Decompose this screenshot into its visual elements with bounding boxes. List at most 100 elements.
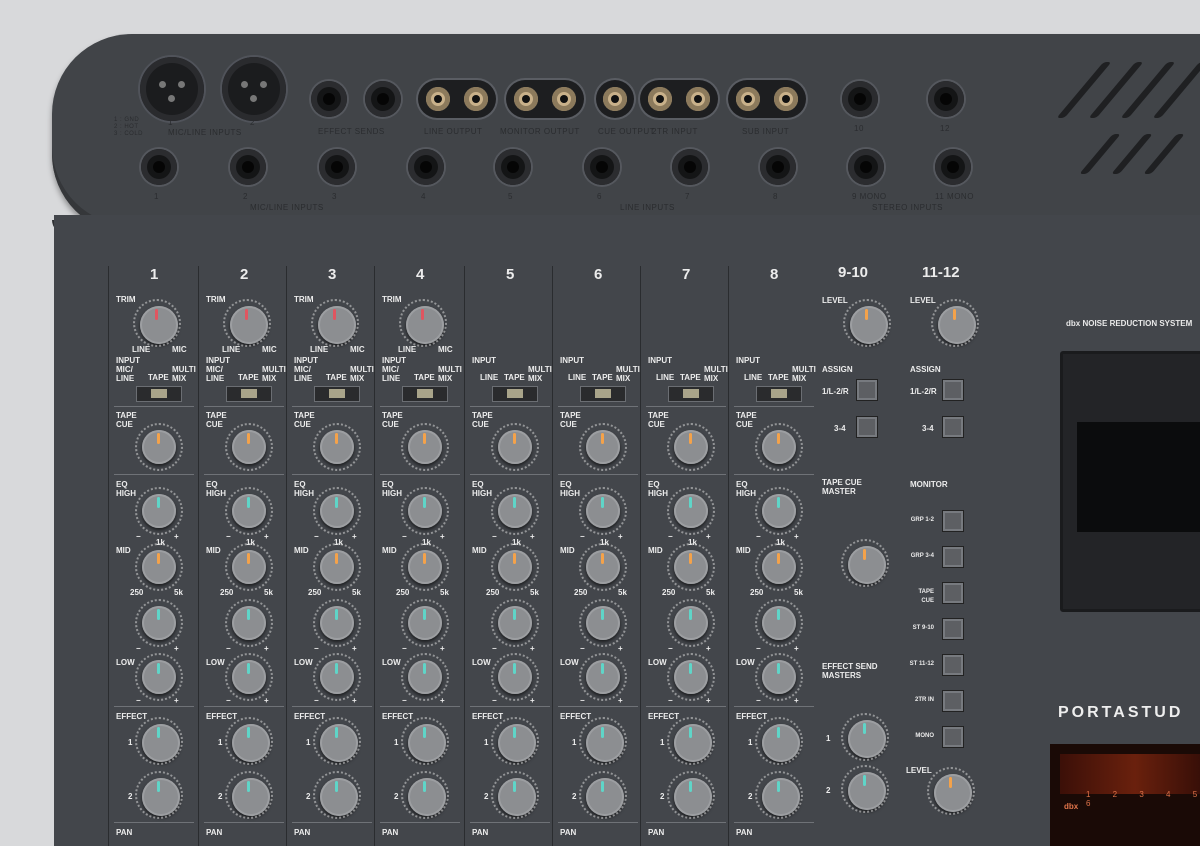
trim-knob[interactable] xyxy=(399,299,447,347)
effect-send-2-knob[interactable] xyxy=(401,771,449,819)
tape-cue-knob[interactable] xyxy=(667,423,715,471)
level-knob-11-12[interactable] xyxy=(931,299,979,347)
mid-gain-knob[interactable] xyxy=(401,599,449,647)
monitor-button[interactable] xyxy=(942,618,964,640)
tape-cue-knob[interactable] xyxy=(401,423,449,471)
input-select-switch[interactable] xyxy=(226,386,272,402)
trim-knob[interactable] xyxy=(311,299,359,347)
mid-freq-knob[interactable] xyxy=(755,543,803,591)
low-knob[interactable] xyxy=(491,653,539,701)
effect-send-jack-2[interactable] xyxy=(365,81,401,117)
assign-3-4-button[interactable] xyxy=(942,416,964,438)
2tr-input-rca[interactable] xyxy=(640,80,718,118)
eq-high-knob[interactable] xyxy=(491,487,539,535)
eq-high-knob[interactable] xyxy=(225,487,273,535)
effect-master-2-knob[interactable] xyxy=(841,765,889,813)
effect-send-1-knob[interactable] xyxy=(579,717,627,765)
low-knob[interactable] xyxy=(401,653,449,701)
mid-freq-knob[interactable] xyxy=(135,543,183,591)
low-knob[interactable] xyxy=(313,653,361,701)
tape-cue-knob[interactable] xyxy=(313,423,361,471)
low-knob[interactable] xyxy=(579,653,627,701)
effect-send-1-knob[interactable] xyxy=(313,717,361,765)
effect-send-2-knob[interactable] xyxy=(491,771,539,819)
monitor-button[interactable] xyxy=(942,582,964,604)
monitor-button[interactable] xyxy=(942,546,964,568)
input-jack-2[interactable] xyxy=(230,149,266,185)
mid-freq-knob[interactable] xyxy=(579,543,627,591)
monitor-button[interactable] xyxy=(942,726,964,748)
effect-send-1-knob[interactable] xyxy=(755,717,803,765)
monitor-button[interactable] xyxy=(942,654,964,676)
monitor-output-rca[interactable] xyxy=(506,80,584,118)
assign-1-2-button[interactable] xyxy=(942,379,964,401)
monitor-level-knob[interactable] xyxy=(927,767,975,815)
mid-gain-knob[interactable] xyxy=(755,599,803,647)
input-jack-1[interactable] xyxy=(141,149,177,185)
assign-3-4-button[interactable] xyxy=(856,416,878,438)
input-select-switch[interactable] xyxy=(492,386,538,402)
sub-input-rca[interactable] xyxy=(728,80,806,118)
xlr-input-2[interactable] xyxy=(222,57,286,121)
eq-high-knob[interactable] xyxy=(401,487,449,535)
effect-send-2-knob[interactable] xyxy=(755,771,803,819)
input-select-switch[interactable] xyxy=(756,386,802,402)
effect-send-1-knob[interactable] xyxy=(401,717,449,765)
trim-knob[interactable] xyxy=(223,299,271,347)
mid-freq-knob[interactable] xyxy=(225,543,273,591)
tape-cue-knob[interactable] xyxy=(579,423,627,471)
input-jack-6[interactable] xyxy=(584,149,620,185)
eq-high-knob[interactable] xyxy=(579,487,627,535)
input-select-switch[interactable] xyxy=(136,386,182,402)
input-jack-7[interactable] xyxy=(672,149,708,185)
input-jack-11[interactable] xyxy=(935,149,971,185)
cue-output-rca[interactable] xyxy=(596,80,634,118)
effect-send-2-knob[interactable] xyxy=(667,771,715,819)
tape-cue-master-knob[interactable] xyxy=(841,539,889,587)
level-knob-9-10[interactable] xyxy=(843,299,891,347)
mid-freq-knob[interactable] xyxy=(401,543,449,591)
assign-1-2-button[interactable] xyxy=(856,379,878,401)
mid-gain-knob[interactable] xyxy=(491,599,539,647)
mid-gain-knob[interactable] xyxy=(313,599,361,647)
mid-freq-knob[interactable] xyxy=(313,543,361,591)
tape-cue-knob[interactable] xyxy=(225,423,273,471)
eq-high-knob[interactable] xyxy=(667,487,715,535)
eq-high-knob[interactable] xyxy=(313,487,361,535)
tape-cue-knob[interactable] xyxy=(755,423,803,471)
input-jack-9[interactable] xyxy=(848,149,884,185)
input-jack-4[interactable] xyxy=(408,149,444,185)
monitor-button[interactable] xyxy=(942,690,964,712)
eq-high-knob[interactable] xyxy=(135,487,183,535)
input-select-switch[interactable] xyxy=(402,386,448,402)
mid-gain-knob[interactable] xyxy=(225,599,273,647)
tape-cue-knob[interactable] xyxy=(135,423,183,471)
mid-gain-knob[interactable] xyxy=(579,599,627,647)
mid-gain-knob[interactable] xyxy=(667,599,715,647)
effect-master-1-knob[interactable] xyxy=(841,713,889,761)
effect-send-2-knob[interactable] xyxy=(579,771,627,819)
effect-send-1-knob[interactable] xyxy=(667,717,715,765)
stereo-jack-10[interactable] xyxy=(842,81,878,117)
eq-high-knob[interactable] xyxy=(755,487,803,535)
monitor-button[interactable] xyxy=(942,510,964,532)
line-output-rca[interactable] xyxy=(418,80,496,118)
low-knob[interactable] xyxy=(135,653,183,701)
input-jack-3[interactable] xyxy=(319,149,355,185)
input-jack-8[interactable] xyxy=(760,149,796,185)
low-knob[interactable] xyxy=(667,653,715,701)
trim-knob[interactable] xyxy=(133,299,181,347)
effect-send-2-knob[interactable] xyxy=(225,771,273,819)
input-select-switch[interactable] xyxy=(580,386,626,402)
low-knob[interactable] xyxy=(225,653,273,701)
effect-send-jack-1[interactable] xyxy=(311,81,347,117)
tape-cue-knob[interactable] xyxy=(491,423,539,471)
effect-send-1-knob[interactable] xyxy=(135,717,183,765)
effect-send-1-knob[interactable] xyxy=(491,717,539,765)
effect-send-1-knob[interactable] xyxy=(225,717,273,765)
effect-send-2-knob[interactable] xyxy=(135,771,183,819)
input-jack-5[interactable] xyxy=(495,149,531,185)
input-select-switch[interactable] xyxy=(668,386,714,402)
low-knob[interactable] xyxy=(755,653,803,701)
xlr-input-1[interactable] xyxy=(140,57,204,121)
